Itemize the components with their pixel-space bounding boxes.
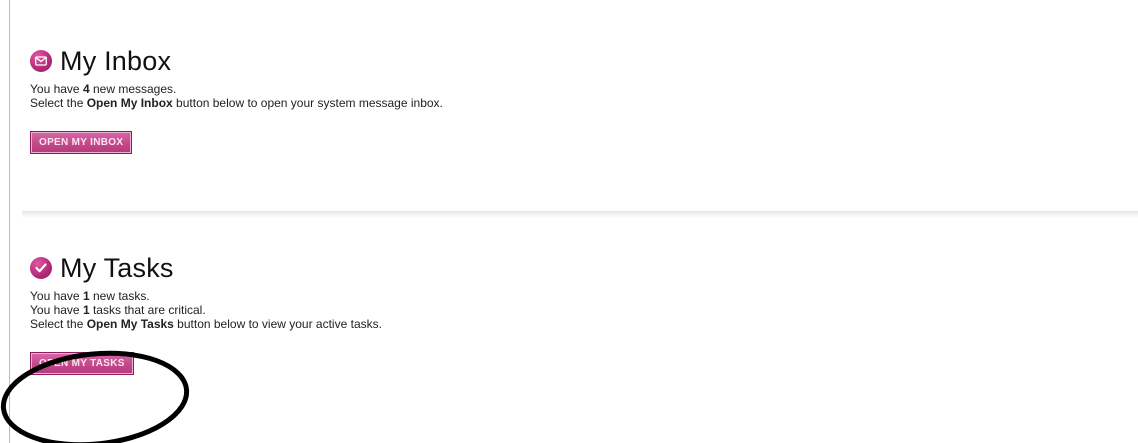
- tasks-description: You have 1 new tasks. You have 1 tasks t…: [30, 289, 1030, 331]
- open-my-inbox-button[interactable]: OPEN MY INBOX: [30, 131, 133, 154]
- inbox-message-count: 4: [82, 82, 90, 96]
- section-divider: [22, 211, 1138, 217]
- page: My Inbox You have 4 new messages. Select…: [0, 0, 1138, 443]
- envelope-icon: [30, 50, 52, 72]
- checkmark-icon: [30, 257, 52, 279]
- inbox-button-reference: Open My Inbox: [86, 96, 173, 110]
- inbox-header: My Inbox: [30, 44, 1030, 78]
- open-my-tasks-button[interactable]: OPEN MY TASKS: [30, 352, 134, 375]
- tasks-critical-count: 1: [82, 303, 90, 317]
- tasks-new-count-line: You have 1 new tasks.: [30, 289, 150, 303]
- tasks-critical-count-line: You have 1 tasks that are critical.: [30, 303, 206, 317]
- tasks-header: My Tasks: [30, 251, 1030, 285]
- inbox-title: My Inbox: [60, 45, 172, 76]
- inbox-instruction-line: Select the Open My Inbox button below to…: [30, 96, 443, 110]
- tasks-instruction-line: Select the Open My Tasks button below to…: [30, 317, 382, 331]
- inbox-section: My Inbox You have 4 new messages. Select…: [30, 44, 1030, 154]
- tasks-button-reference: Open My Tasks: [86, 317, 174, 331]
- tasks-new-count: 1: [82, 289, 90, 303]
- left-border: [9, 0, 10, 443]
- inbox-message-count-line: You have 4 new messages.: [30, 82, 177, 96]
- inbox-description: You have 4 new messages. Select the Open…: [30, 82, 1030, 110]
- tasks-title: My Tasks: [60, 252, 174, 283]
- tasks-section: My Tasks You have 1 new tasks. You have …: [30, 251, 1030, 375]
